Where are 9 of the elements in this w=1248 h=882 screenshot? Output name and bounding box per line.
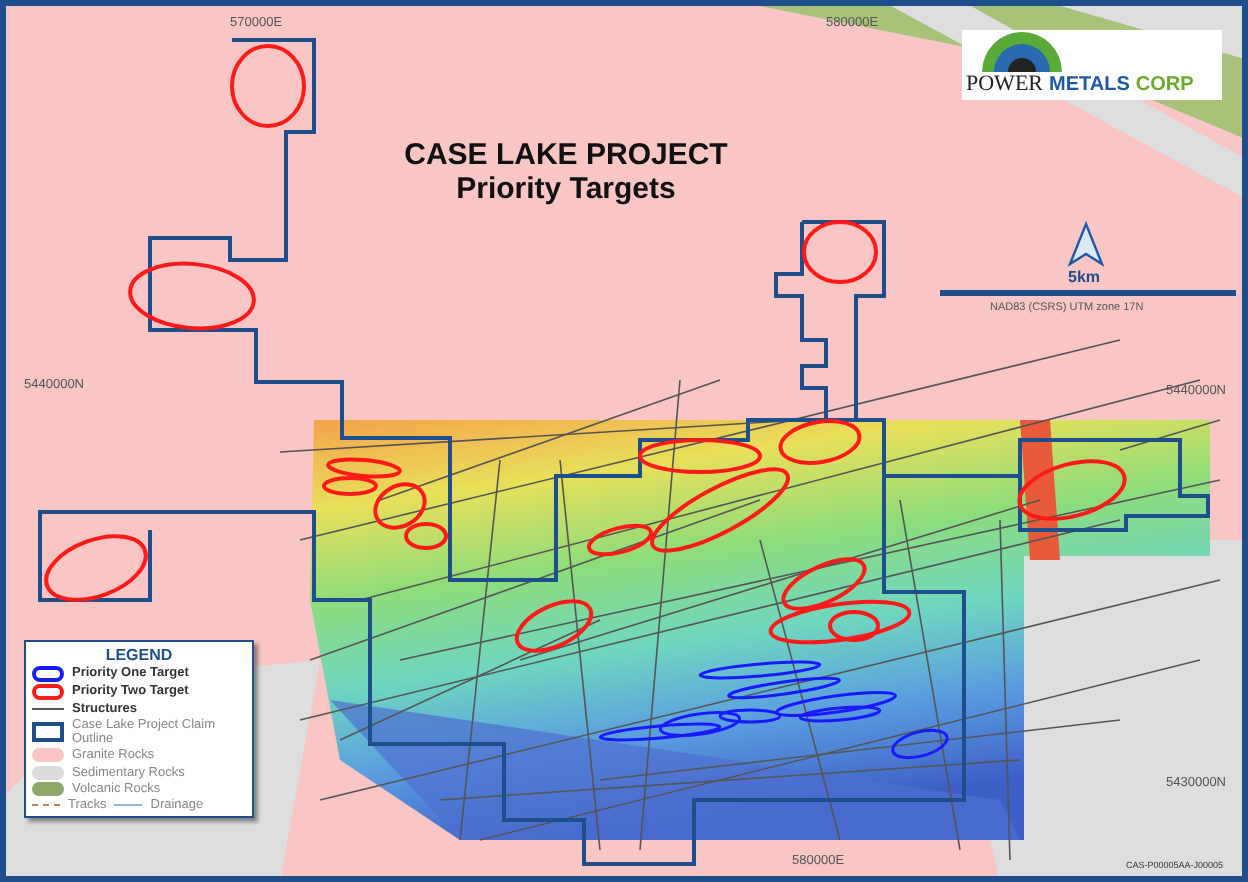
north-arrow-icon xyxy=(1067,220,1105,267)
map-title: CASE LAKE PROJECT xyxy=(402,138,730,172)
logo-text: METALS xyxy=(1049,74,1130,96)
logo-text: CORP xyxy=(1135,74,1194,96)
legend-title: LEGEND xyxy=(103,646,175,664)
map-subtitle: Priority Targets xyxy=(454,172,678,206)
sunburst-logo-icon xyxy=(978,32,1066,72)
scale-label: 5km xyxy=(1068,268,1101,286)
logo-text: POWER xyxy=(966,72,1043,96)
